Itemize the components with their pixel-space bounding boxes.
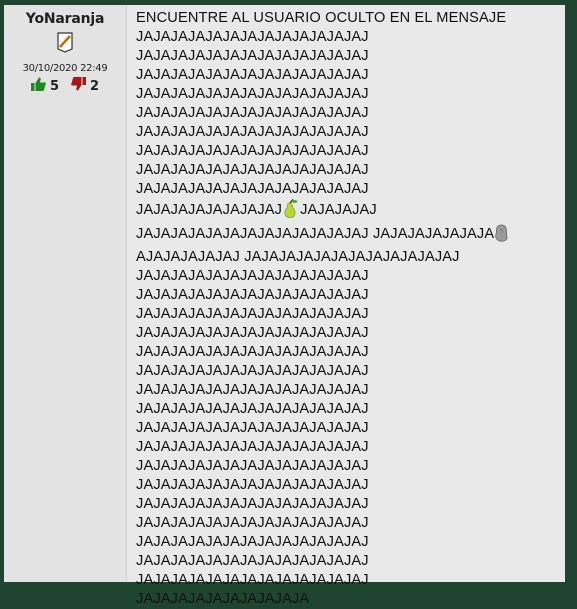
message-line: JAJAJAJAJAJAJAJAJAJAJAJAJAJ <box>136 401 369 417</box>
message-line: JAJAJAJAJAJAJAJAJAJAJAJAJAJ <box>136 306 369 322</box>
message-line: JAJAJAJAJAJAJAJAJAJAJAJAJAJ <box>136 124 369 140</box>
message-line: JAJAJAJAJAJAJAJAJAJAJAJAJAJ <box>136 420 369 436</box>
message-line: JAJAJAJAJAJAJAJAJAJAJAJAJAJ <box>136 363 369 379</box>
pear-line: JAJAJAJAJAJAJAJAJ JAJAJAJAJ <box>136 199 557 224</box>
upvote-count: 5 <box>49 78 59 94</box>
post-date: 30/10/2020 22:49 <box>22 63 108 74</box>
message-line: JAJAJAJAJAJAJAJAJAJAJAJAJAJ <box>136 86 369 102</box>
message-line: JAJAJAJAJAJAJAJAJAJAJAJAJAJ <box>136 477 369 493</box>
message-line: JAJAJAJAJAJAJAJAJAJAJAJAJAJ <box>136 515 369 531</box>
message-line: JAJAJAJAJAJAJAJAJAJAJAJAJAJ <box>136 382 369 398</box>
message-line: JAJAJAJAJAJAJAJAJAJAJAJAJAJ <box>136 287 369 303</box>
message-line: JAJAJAJAJAJAJAJAJAJAJAJAJAJ <box>136 48 369 64</box>
thumbs-down-icon <box>71 77 86 95</box>
message-line: JAJAJAJAJAJAJAJAJAJAJAJAJAJ <box>136 572 369 588</box>
downvote-count: 2 <box>90 78 100 94</box>
message-last-line: JAJAJAJAJAJAJAJAJAJA <box>136 591 310 607</box>
downvote-button[interactable]: 2 <box>71 77 99 95</box>
message-line: JAJAJAJAJAJAJAJAJAJAJAJAJAJ <box>136 105 369 121</box>
rock-line: JAJAJAJAJAJAJAJAJAJAJAJAJAJ JAJAJAJAJAJA… <box>136 224 557 248</box>
vote-bar: 5 2 <box>4 77 126 95</box>
message-title: ENCUENTRE AL USUARIO OCULTO EN EL MENSAJ… <box>136 10 507 26</box>
message-line: AJAJAJAJAJAJ JAJAJAJAJAJAJAJAJAJAJAJAJ <box>136 249 460 265</box>
author-username[interactable]: YoNaranja <box>4 11 126 27</box>
scroll-badge-icon <box>56 31 74 53</box>
message-line: JAJAJAJAJAJAJAJAJAJAJAJAJAJ <box>136 162 369 178</box>
message-body: ENCUENTRE AL USUARIO OCULTO EN EL MENSAJ… <box>127 5 565 607</box>
message-line: JAJAJAJAJAJAJAJAJAJAJAJAJAJ <box>136 534 369 550</box>
message-line: JAJAJAJAJAJAJAJAJAJAJAJAJAJ <box>136 67 369 83</box>
message-line: JAJAJAJAJAJAJAJAJAJAJAJAJAJ <box>136 439 369 455</box>
thumbs-up-icon <box>30 77 46 95</box>
message-line: JAJAJAJAJAJAJAJAJAJAJAJAJAJ <box>136 344 369 360</box>
forum-post: YoNaranja 30/10/2020 22:49 5 2 ENCUENTRE… <box>4 5 565 607</box>
rock-emoji-icon <box>494 224 508 248</box>
pear-emoji-icon <box>282 199 300 224</box>
message-line: JAJAJAJAJAJAJAJAJAJAJAJAJAJ <box>136 268 369 284</box>
message-line: JAJAJAJAJAJAJAJAJAJAJAJAJAJ <box>136 458 369 474</box>
message-line: JAJAJAJAJAJAJAJAJAJAJAJAJAJ <box>136 496 369 512</box>
message-line: JAJAJAJAJAJAJAJAJAJAJAJAJAJ <box>136 143 369 159</box>
message-line: JAJAJAJAJAJAJAJAJAJAJAJAJAJ <box>136 181 369 197</box>
message-line: JAJAJAJAJAJAJAJAJAJAJAJAJAJ <box>136 29 369 45</box>
pear-line-after: JAJAJAJAJ <box>300 202 377 218</box>
upvote-button[interactable]: 5 <box>30 77 59 95</box>
message-line: JAJAJAJAJAJAJAJAJAJAJAJAJAJ <box>136 553 369 569</box>
pear-line-before: JAJAJAJAJAJAJAJAJ <box>136 202 283 218</box>
page-background: YoNaranja 30/10/2020 22:49 5 2 ENCUENTRE… <box>0 0 577 607</box>
message-line: JAJAJAJAJAJAJAJAJAJAJAJAJAJ <box>136 325 369 341</box>
rock-line-before: JAJAJAJAJAJAJAJAJAJAJAJAJAJ JAJAJAJAJAJA… <box>136 226 495 242</box>
author-panel: YoNaranja 30/10/2020 22:49 5 2 <box>4 5 127 582</box>
